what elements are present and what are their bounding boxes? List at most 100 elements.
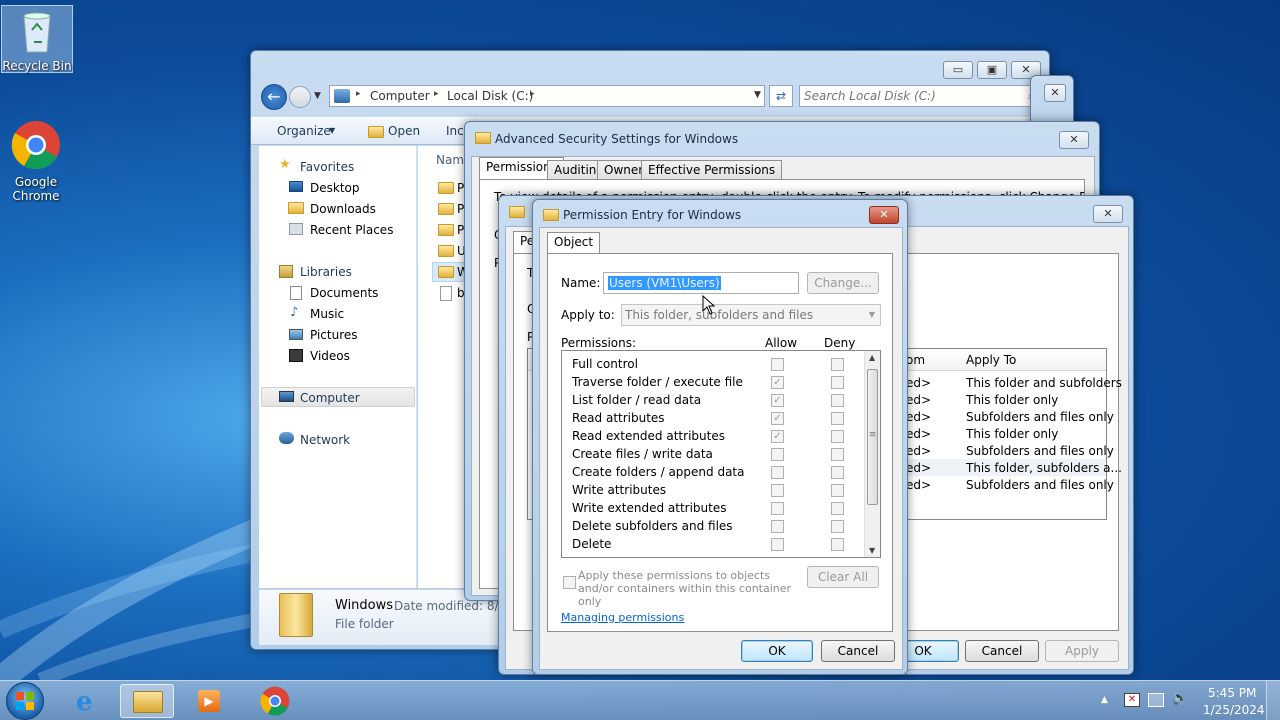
entry-apply-to-cell[interactable]: Subfolders and files only: [966, 478, 1114, 492]
deny-checkbox[interactable]: [831, 484, 844, 497]
permissions-list[interactable]: Full control Traverse folder / execute fi…: [561, 350, 881, 558]
breadcrumb-local-disk[interactable]: Local Disk (C:): [447, 89, 533, 103]
google-chrome-desktop-icon[interactable]: Google Chrome: [0, 120, 72, 203]
advanced-close-button[interactable]: ✕: [1059, 131, 1089, 149]
start-button[interactable]: [6, 682, 44, 720]
entry-apply-to-cell[interactable]: This folder only: [966, 393, 1058, 407]
change-button[interactable]: Change...: [807, 272, 879, 294]
breadcrumb-computer[interactable]: Computer: [370, 89, 430, 103]
entry-apply-to-cell[interactable]: Subfolders and files only: [966, 410, 1114, 424]
entry-inherited-cell[interactable]: ed>: [906, 376, 931, 390]
nav-recent-places[interactable]: Recent Places: [310, 223, 393, 237]
scroll-down-icon[interactable]: ▼: [869, 546, 875, 555]
entry-inherited-cell[interactable]: ed>: [906, 461, 931, 475]
recycle-bin-icon[interactable]: Recycle Bin: [1, 5, 73, 73]
allow-checkbox[interactable]: ✓: [771, 430, 784, 443]
forward-button[interactable]: [289, 86, 311, 108]
entry-inherited-cell[interactable]: ed>: [906, 393, 931, 407]
nav-documents[interactable]: Documents: [310, 286, 378, 300]
action-center-icon[interactable]: ✕: [1124, 693, 1140, 707]
address-dropdown-icon[interactable]: ▼: [754, 90, 761, 100]
permissions-cancel-button[interactable]: Cancel: [965, 640, 1039, 662]
entry-apply-to-cell[interactable]: This folder only: [966, 427, 1058, 441]
tab-object[interactable]: Object: [547, 232, 601, 254]
taskbar-internet-explorer[interactable]: e: [62, 684, 116, 718]
scroll-thumb[interactable]: ≡: [867, 369, 878, 505]
allow-checkbox[interactable]: [771, 358, 784, 371]
deny-checkbox[interactable]: [831, 448, 844, 461]
column-inherited-from[interactable]: om: [906, 353, 925, 367]
managing-permissions-link[interactable]: Managing permissions: [561, 611, 684, 624]
apply-to-select[interactable]: This folder, subfolders and files ▼: [621, 304, 881, 326]
column-header-name[interactable]: Nam: [436, 153, 464, 167]
search-box[interactable]: ⌕: [799, 85, 1041, 107]
deny-checkbox[interactable]: [831, 520, 844, 533]
name-field[interactable]: Users (VM1\Users): [603, 272, 799, 294]
allow-checkbox[interactable]: ✓: [771, 376, 784, 389]
deny-checkbox[interactable]: [831, 538, 844, 551]
deny-checkbox[interactable]: [831, 412, 844, 425]
search-input[interactable]: [804, 88, 1014, 104]
entry-inherited-cell[interactable]: ed>: [906, 410, 931, 424]
address-bar[interactable]: ▸ Computer ▸ Local Disk (C:) ▸ ▼: [329, 85, 765, 107]
allow-checkbox[interactable]: [771, 538, 784, 551]
maximize-button[interactable]: ▣: [977, 61, 1007, 79]
scroll-up-icon[interactable]: ▲: [869, 353, 875, 362]
entry-inherited-cell[interactable]: ed>: [906, 444, 931, 458]
entry-apply-to-cell[interactable]: Subfolders and files only: [966, 444, 1114, 458]
nav-videos[interactable]: Videos: [310, 349, 350, 363]
deny-checkbox[interactable]: [831, 358, 844, 371]
permission-entry-close-button[interactable]: ✕: [869, 206, 899, 224]
tab-effective-permissions[interactable]: Effective Permissions: [641, 160, 783, 180]
taskbar-media-player[interactable]: ▶: [182, 684, 236, 718]
nav-favorites[interactable]: Favorites: [300, 160, 354, 174]
column-apply-to[interactable]: Apply To: [966, 353, 1016, 367]
perm-entry-ok-button[interactable]: OK: [741, 640, 813, 662]
nav-downloads[interactable]: Downloads: [310, 202, 376, 216]
entry-apply-to-cell[interactable]: This folder, subfolders a...: [966, 461, 1122, 475]
allow-checkbox[interactable]: [771, 448, 784, 461]
permissions-scrollbar[interactable]: ▲ ≡ ▼: [864, 351, 880, 557]
volume-muted-icon[interactable]: 🔈: [1172, 691, 1188, 706]
recent-pages-chevron-icon[interactable]: ▼: [314, 91, 321, 101]
nav-libraries[interactable]: Libraries: [300, 265, 352, 279]
include-in-library-button[interactable]: Inc: [446, 124, 464, 138]
taskbar-windows-explorer[interactable]: [120, 684, 174, 718]
show-desktop-button[interactable]: [1266, 681, 1280, 720]
permissions-dialog-close-button[interactable]: ✕: [1093, 205, 1123, 223]
clock-date[interactable]: 1/25/2024: [1203, 703, 1265, 717]
nav-music[interactable]: Music: [310, 307, 344, 321]
deny-checkbox[interactable]: [831, 394, 844, 407]
taskbar-chrome[interactable]: [248, 684, 302, 718]
background-window-close-button[interactable]: ✕: [1044, 84, 1066, 102]
deny-checkbox[interactable]: [831, 430, 844, 443]
nav-computer[interactable]: Computer: [300, 391, 360, 405]
nav-pictures[interactable]: Pictures: [310, 328, 358, 342]
entry-inherited-cell[interactable]: ed>: [906, 427, 931, 441]
clock-time[interactable]: 5:45 PM: [1208, 686, 1256, 700]
perm-entry-cancel-button[interactable]: Cancel: [821, 640, 895, 662]
entry-inherited-cell[interactable]: ed>: [906, 478, 931, 492]
allow-checkbox[interactable]: [771, 520, 784, 533]
allow-checkbox[interactable]: ✓: [771, 412, 784, 425]
open-button[interactable]: Open: [388, 124, 420, 138]
clear-all-button[interactable]: Clear All: [807, 566, 879, 588]
show-hidden-icons-button[interactable]: ▲: [1101, 695, 1108, 705]
refresh-button[interactable]: ⇄: [769, 85, 793, 107]
nav-network[interactable]: Network: [300, 433, 350, 447]
permissions-apply-button[interactable]: Apply: [1045, 640, 1119, 662]
deny-checkbox[interactable]: [831, 376, 844, 389]
apply-children-checkbox[interactable]: [563, 576, 576, 589]
deny-checkbox[interactable]: [831, 502, 844, 515]
nav-desktop[interactable]: Desktop: [310, 181, 360, 195]
allow-checkbox[interactable]: [771, 466, 784, 479]
allow-checkbox[interactable]: [771, 502, 784, 515]
minimize-button[interactable]: ▭: [943, 61, 973, 79]
deny-checkbox[interactable]: [831, 466, 844, 479]
entry-apply-to-cell[interactable]: This folder and subfolders: [966, 376, 1122, 390]
allow-checkbox[interactable]: ✓: [771, 394, 784, 407]
back-button[interactable]: ←: [261, 84, 287, 110]
allow-checkbox[interactable]: [771, 484, 784, 497]
network-tray-icon[interactable]: [1148, 693, 1164, 707]
organize-button[interactable]: Organize: [277, 124, 331, 138]
